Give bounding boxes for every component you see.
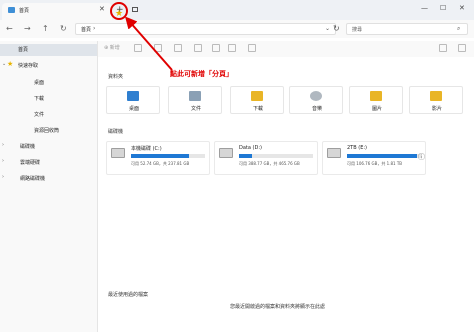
star-cursor-icon: ★ [115, 9, 123, 19]
annotation-arrow-layer: ★ [115, 9, 173, 71]
annotation-text: 點此可新增「分頁」 [170, 70, 233, 78]
annotation-arrow [125, 16, 173, 71]
